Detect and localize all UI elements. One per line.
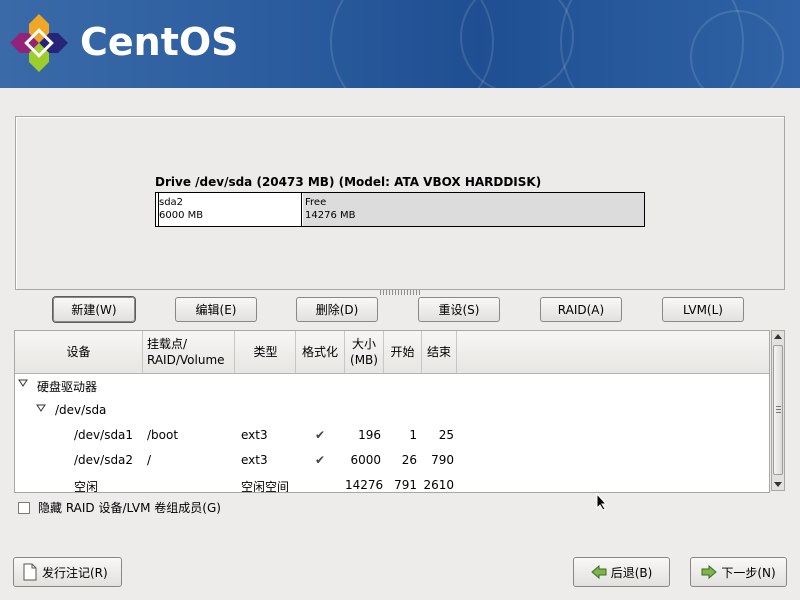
segment-size: 6000 MB xyxy=(159,210,204,221)
drive-visualization-panel: Drive /dev/sda (20473 MB) (Model: ATA VB… xyxy=(15,116,785,290)
segment-name: sda2 xyxy=(159,197,184,208)
raid-button[interactable]: RAID(A) xyxy=(540,297,622,322)
column-header-device[interactable]: 设备 xyxy=(15,331,143,373)
lvm-button[interactable]: LVM(L) xyxy=(662,297,744,322)
partition-segment-free[interactable]: Free 14276 MB xyxy=(303,193,644,226)
hide-raid-lvm-checkbox[interactable] xyxy=(18,501,30,514)
hide-raid-lvm-label: 隐藏 RAID 设备/LVM 卷组成员(G) xyxy=(38,501,221,515)
partition-table[interactable]: 设备 挂载点/ RAID/Volume 类型 格式化 大小 (MB) 开始 结束… xyxy=(14,330,770,493)
type-cell: ext3 xyxy=(241,428,268,442)
table-row[interactable]: /dev/sda2 / ext3 ✔ 6000 26 790 xyxy=(15,448,769,473)
reset-button[interactable]: 重设(S) xyxy=(418,297,500,322)
mount-cell: /boot xyxy=(147,428,179,442)
pane-resize-handle[interactable] xyxy=(380,290,420,295)
brand-name: CentOS xyxy=(80,20,239,64)
column-header-format[interactable]: 格式化 xyxy=(296,331,345,373)
release-notes-button[interactable]: 发行注记(R) xyxy=(13,557,122,587)
drive-partition-bar: sda2 6000 MB Free 14276 MB xyxy=(155,192,645,227)
table-row[interactable]: /dev/sda xyxy=(15,398,769,423)
release-notes-label: 发行注记(R) xyxy=(42,565,108,580)
column-header-start[interactable]: 开始 xyxy=(384,331,422,373)
arrow-right-icon xyxy=(701,565,718,579)
end-cell: 2610 xyxy=(423,478,454,492)
table-row[interactable]: 硬盘驱动器 xyxy=(15,373,769,398)
scrollbar-thumb[interactable] xyxy=(773,345,783,475)
device-cell: 硬盘驱动器 xyxy=(37,380,98,394)
delete-button[interactable]: 删除(D) xyxy=(296,297,378,322)
expander-down-icon[interactable] xyxy=(18,377,28,391)
scroll-up-arrow-icon[interactable] xyxy=(774,333,782,341)
centos-logo-icon xyxy=(10,14,68,72)
segment-name: Free xyxy=(305,197,327,208)
size-cell: 14276 xyxy=(345,478,384,492)
segment-size: 14276 MB xyxy=(305,210,356,221)
mount-cell: / xyxy=(147,453,152,467)
column-header-end[interactable]: 结束 xyxy=(422,331,457,373)
table-row[interactable]: /dev/sda1 /boot ext3 ✔ 196 1 25 xyxy=(15,423,769,448)
edit-button[interactable]: 编辑(E) xyxy=(175,297,257,322)
end-cell: 25 xyxy=(438,428,454,442)
device-cell: /dev/sda xyxy=(55,403,107,417)
document-icon xyxy=(23,563,37,581)
expander-down-icon[interactable] xyxy=(36,402,46,416)
mouse-cursor-icon xyxy=(596,493,608,511)
start-cell: 791 xyxy=(394,478,417,492)
new-button[interactable]: 新建(W) xyxy=(53,297,135,322)
column-header-type[interactable]: 类型 xyxy=(236,331,296,373)
partition-segment-sda2[interactable]: sda2 6000 MB xyxy=(159,193,302,226)
arrow-left-icon xyxy=(590,565,607,579)
type-cell: 空闲空间 xyxy=(241,480,290,493)
back-button[interactable]: 后退(B) xyxy=(573,557,670,587)
back-label: 后退(B) xyxy=(610,565,653,580)
column-header-size[interactable]: 大小 (MB) xyxy=(345,331,384,373)
table-vertical-scrollbar[interactable] xyxy=(771,330,785,491)
next-button[interactable]: 下一步(N) xyxy=(690,557,787,587)
format-check-icon: ✔ xyxy=(315,453,326,467)
installer-header-banner: CentOS xyxy=(0,0,800,88)
size-cell: 196 xyxy=(358,428,381,442)
end-cell: 790 xyxy=(431,453,454,467)
table-row[interactable]: 空闲 空闲空间 14276 791 2610 xyxy=(15,473,769,493)
column-header-mount[interactable]: 挂载点/ RAID/Volume xyxy=(143,331,235,373)
start-cell: 26 xyxy=(401,453,417,467)
device-cell: /dev/sda1 xyxy=(74,428,134,442)
device-cell: 空闲 xyxy=(74,480,99,493)
scroll-down-arrow-icon[interactable] xyxy=(774,480,782,488)
type-cell: ext3 xyxy=(241,453,268,467)
device-cell: /dev/sda2 xyxy=(74,453,134,467)
hide-raid-lvm-option[interactable]: 隐藏 RAID 设备/LVM 卷组成员(G) xyxy=(18,499,221,516)
table-header: 设备 挂载点/ RAID/Volume 类型 格式化 大小 (MB) 开始 结束 xyxy=(15,331,769,374)
drive-title: Drive /dev/sda (20473 MB) (Model: ATA VB… xyxy=(155,175,542,189)
format-check-icon: ✔ xyxy=(315,428,326,442)
start-cell: 1 xyxy=(409,428,417,442)
next-label: 下一步(N) xyxy=(721,565,776,580)
size-cell: 6000 xyxy=(350,453,381,467)
